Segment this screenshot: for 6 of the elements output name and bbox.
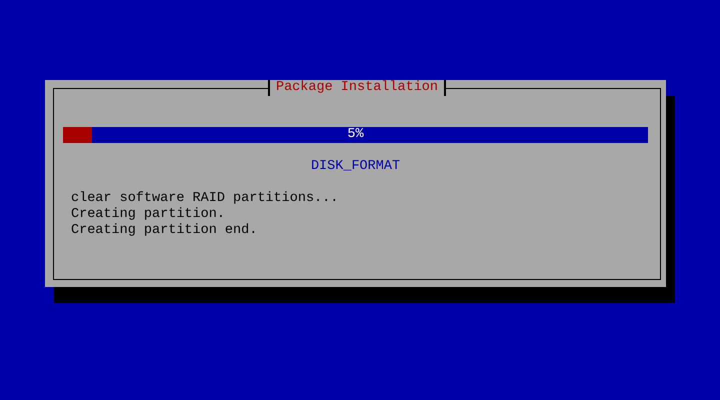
- progress-percent: 5%: [347, 127, 364, 143]
- log-line: Creating partition.: [71, 207, 225, 223]
- stage-label: DISK_FORMAT: [310, 159, 400, 175]
- dialog-title: Package Installation: [268, 80, 446, 96]
- log-line: Creating partition end.: [71, 223, 258, 239]
- log-line: clear software RAID partitions...: [71, 191, 338, 207]
